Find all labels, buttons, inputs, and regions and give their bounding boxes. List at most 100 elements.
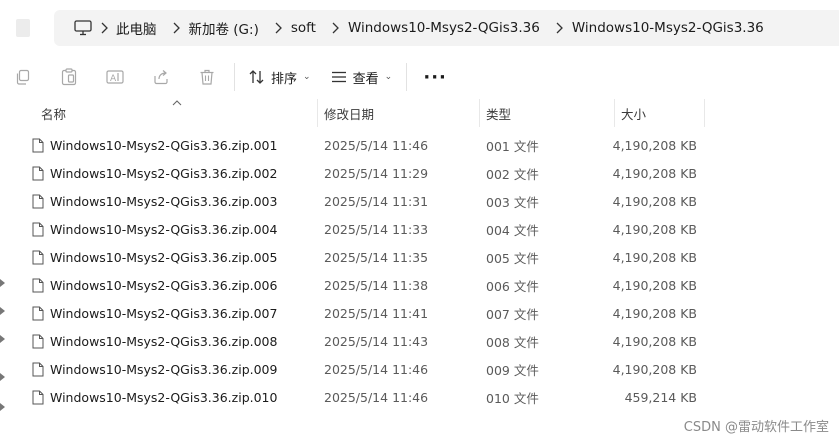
file-size: 4,190,208 KB [612,137,697,153]
file-row[interactable]: Windows10-Msys2-QGis3.36.zip.008 2025/5/… [0,327,839,355]
file-date: 2025/5/14 11:46 [324,137,429,153]
column-divider[interactable] [614,99,615,127]
nav-pane-pin-icon[interactable] [0,279,5,287]
file-name: Windows10-Msys2-QGis3.36.zip.006 [50,277,278,293]
file-size: 4,190,208 KB [612,221,697,237]
file-size: 4,190,208 KB [612,333,697,349]
column-header-name[interactable]: 名称 [41,99,311,127]
file-row[interactable]: Windows10-Msys2-QGis3.36.zip.004 2025/5/… [0,215,839,243]
rename-icon: A [106,70,124,84]
paste-button[interactable] [46,61,92,93]
file-date: 2025/5/14 11:31 [324,193,429,209]
breadcrumb-drive[interactable]: 新加卷 (G:) [189,18,259,38]
address-bar[interactable]: 此电脑 新加卷 (G:) soft Windows10-Msys2-QGis3.… [54,10,839,46]
breadcrumb-soft[interactable]: soft [291,20,316,36]
file-date: 2025/5/14 11:29 [324,165,429,181]
more-options-button[interactable]: ··· [411,61,459,93]
address-area: 此电脑 新加卷 (G:) soft Windows10-Msys2-QGis3.… [0,0,839,56]
file-size: 4,190,208 KB [612,361,697,377]
file-row[interactable]: Windows10-Msys2-QGis3.36.zip.009 2025/5/… [0,355,839,383]
file-type: 004 文件 [486,222,539,238]
file-list: Windows10-Msys2-QGis3.36.zip.001 2025/5/… [0,131,839,411]
sort-button[interactable]: 排序 ⌄ [239,61,321,93]
file-type: 003 文件 [486,194,539,210]
file-name: Windows10-Msys2-QGis3.36.zip.001 [50,137,278,153]
file-row[interactable]: Windows10-Msys2-QGis3.36.zip.010 2025/5/… [0,383,839,411]
chevron-down-icon: ⌄ [303,72,311,82]
breadcrumb-folder-current[interactable]: Windows10-Msys2-QGis3.36 [572,20,764,36]
file-size: 4,190,208 KB [612,193,697,209]
delete-button[interactable] [184,61,230,93]
file-type: 010 文件 [486,390,539,406]
file-icon [32,250,44,264]
file-date: 2025/5/14 11:38 [324,277,429,293]
file-name: Windows10-Msys2-QGis3.36.zip.009 [50,361,278,377]
column-header-type[interactable]: 类型 [486,99,606,127]
chevron-right-icon[interactable] [548,10,572,46]
file-icon [32,362,44,376]
file-size: 4,190,208 KB [612,165,697,181]
breadcrumb-this-pc[interactable]: 此电脑 [116,18,157,38]
file-row[interactable]: Windows10-Msys2-QGis3.36.zip.003 2025/5/… [0,187,839,215]
nav-pane-pin-icon[interactable] [0,373,5,381]
file-date: 2025/5/14 11:41 [324,305,429,321]
view-button[interactable]: 查看 ⌄ [321,61,403,93]
file-date: 2025/5/14 11:35 [324,249,429,265]
nav-pane-pin-icon[interactable] [0,307,5,315]
file-row[interactable]: Windows10-Msys2-QGis3.36.zip.007 2025/5/… [0,299,839,327]
file-type: 007 文件 [486,306,539,322]
nav-pane-pin-icon[interactable] [0,403,5,411]
file-type: 002 文件 [486,166,539,182]
watermark: CSDN @雷动软件工作室 [683,420,829,435]
file-icon [32,194,44,208]
file-row[interactable]: Windows10-Msys2-QGis3.36.zip.001 2025/5/… [0,131,839,159]
file-size: 4,190,208 KB [612,305,697,321]
nav-pane-pin-icon[interactable] [0,335,5,343]
file-row[interactable]: Windows10-Msys2-QGis3.36.zip.002 2025/5/… [0,159,839,187]
view-list-icon [331,71,346,83]
svg-text:A: A [110,74,117,84]
file-row[interactable]: Windows10-Msys2-QGis3.36.zip.006 2025/5/… [0,271,839,299]
file-date: 2025/5/14 11:46 [324,361,429,377]
delete-icon [200,69,214,85]
toolbar-divider [234,63,235,91]
chevron-right-icon[interactable] [267,10,291,46]
column-header-date[interactable]: 修改日期 [324,99,474,127]
column-divider[interactable] [317,99,318,127]
file-icon [32,390,44,404]
file-name: Windows10-Msys2-QGis3.36.zip.007 [50,305,278,321]
chevron-right-icon[interactable] [324,10,348,46]
column-divider[interactable] [704,99,705,127]
column-divider[interactable] [479,99,480,127]
file-date: 2025/5/14 11:43 [324,333,429,349]
file-name: Windows10-Msys2-QGis3.36.zip.005 [50,249,278,265]
view-label: 查看 [352,71,379,87]
copy-button[interactable] [0,61,46,93]
copy-icon [16,69,30,85]
file-icon [32,278,44,292]
file-icon [32,306,44,320]
file-name: Windows10-Msys2-QGis3.36.zip.003 [50,193,278,209]
chevron-right-icon[interactable] [92,10,116,46]
chevron-right-icon[interactable] [165,10,189,46]
file-name: Windows10-Msys2-QGis3.36.zip.004 [50,221,278,237]
sort-icon [249,70,264,84]
chevron-down-icon: ⌄ [384,72,393,82]
breadcrumb-folder-parent[interactable]: Windows10-Msys2-QGis3.36 [348,20,540,36]
file-type: 006 文件 [486,278,539,294]
this-pc-icon[interactable] [64,20,92,36]
share-button[interactable] [138,61,184,93]
file-type: 005 文件 [486,250,539,266]
file-name: Windows10-Msys2-QGis3.36.zip.010 [50,389,278,405]
file-name: Windows10-Msys2-QGis3.36.zip.002 [50,165,278,181]
nav-back-fragment-icon[interactable] [16,19,36,37]
file-row[interactable]: Windows10-Msys2-QGis3.36.zip.005 2025/5/… [0,243,839,271]
column-header-row: 名称 修改日期 类型 大小 [0,99,839,127]
column-header-size[interactable]: 大小 [621,99,701,127]
file-icon [32,138,44,152]
file-type: 001 文件 [486,138,539,154]
file-icon [32,222,44,236]
file-type: 008 文件 [486,334,539,350]
rename-button[interactable]: A [92,61,138,93]
share-icon [154,70,168,85]
